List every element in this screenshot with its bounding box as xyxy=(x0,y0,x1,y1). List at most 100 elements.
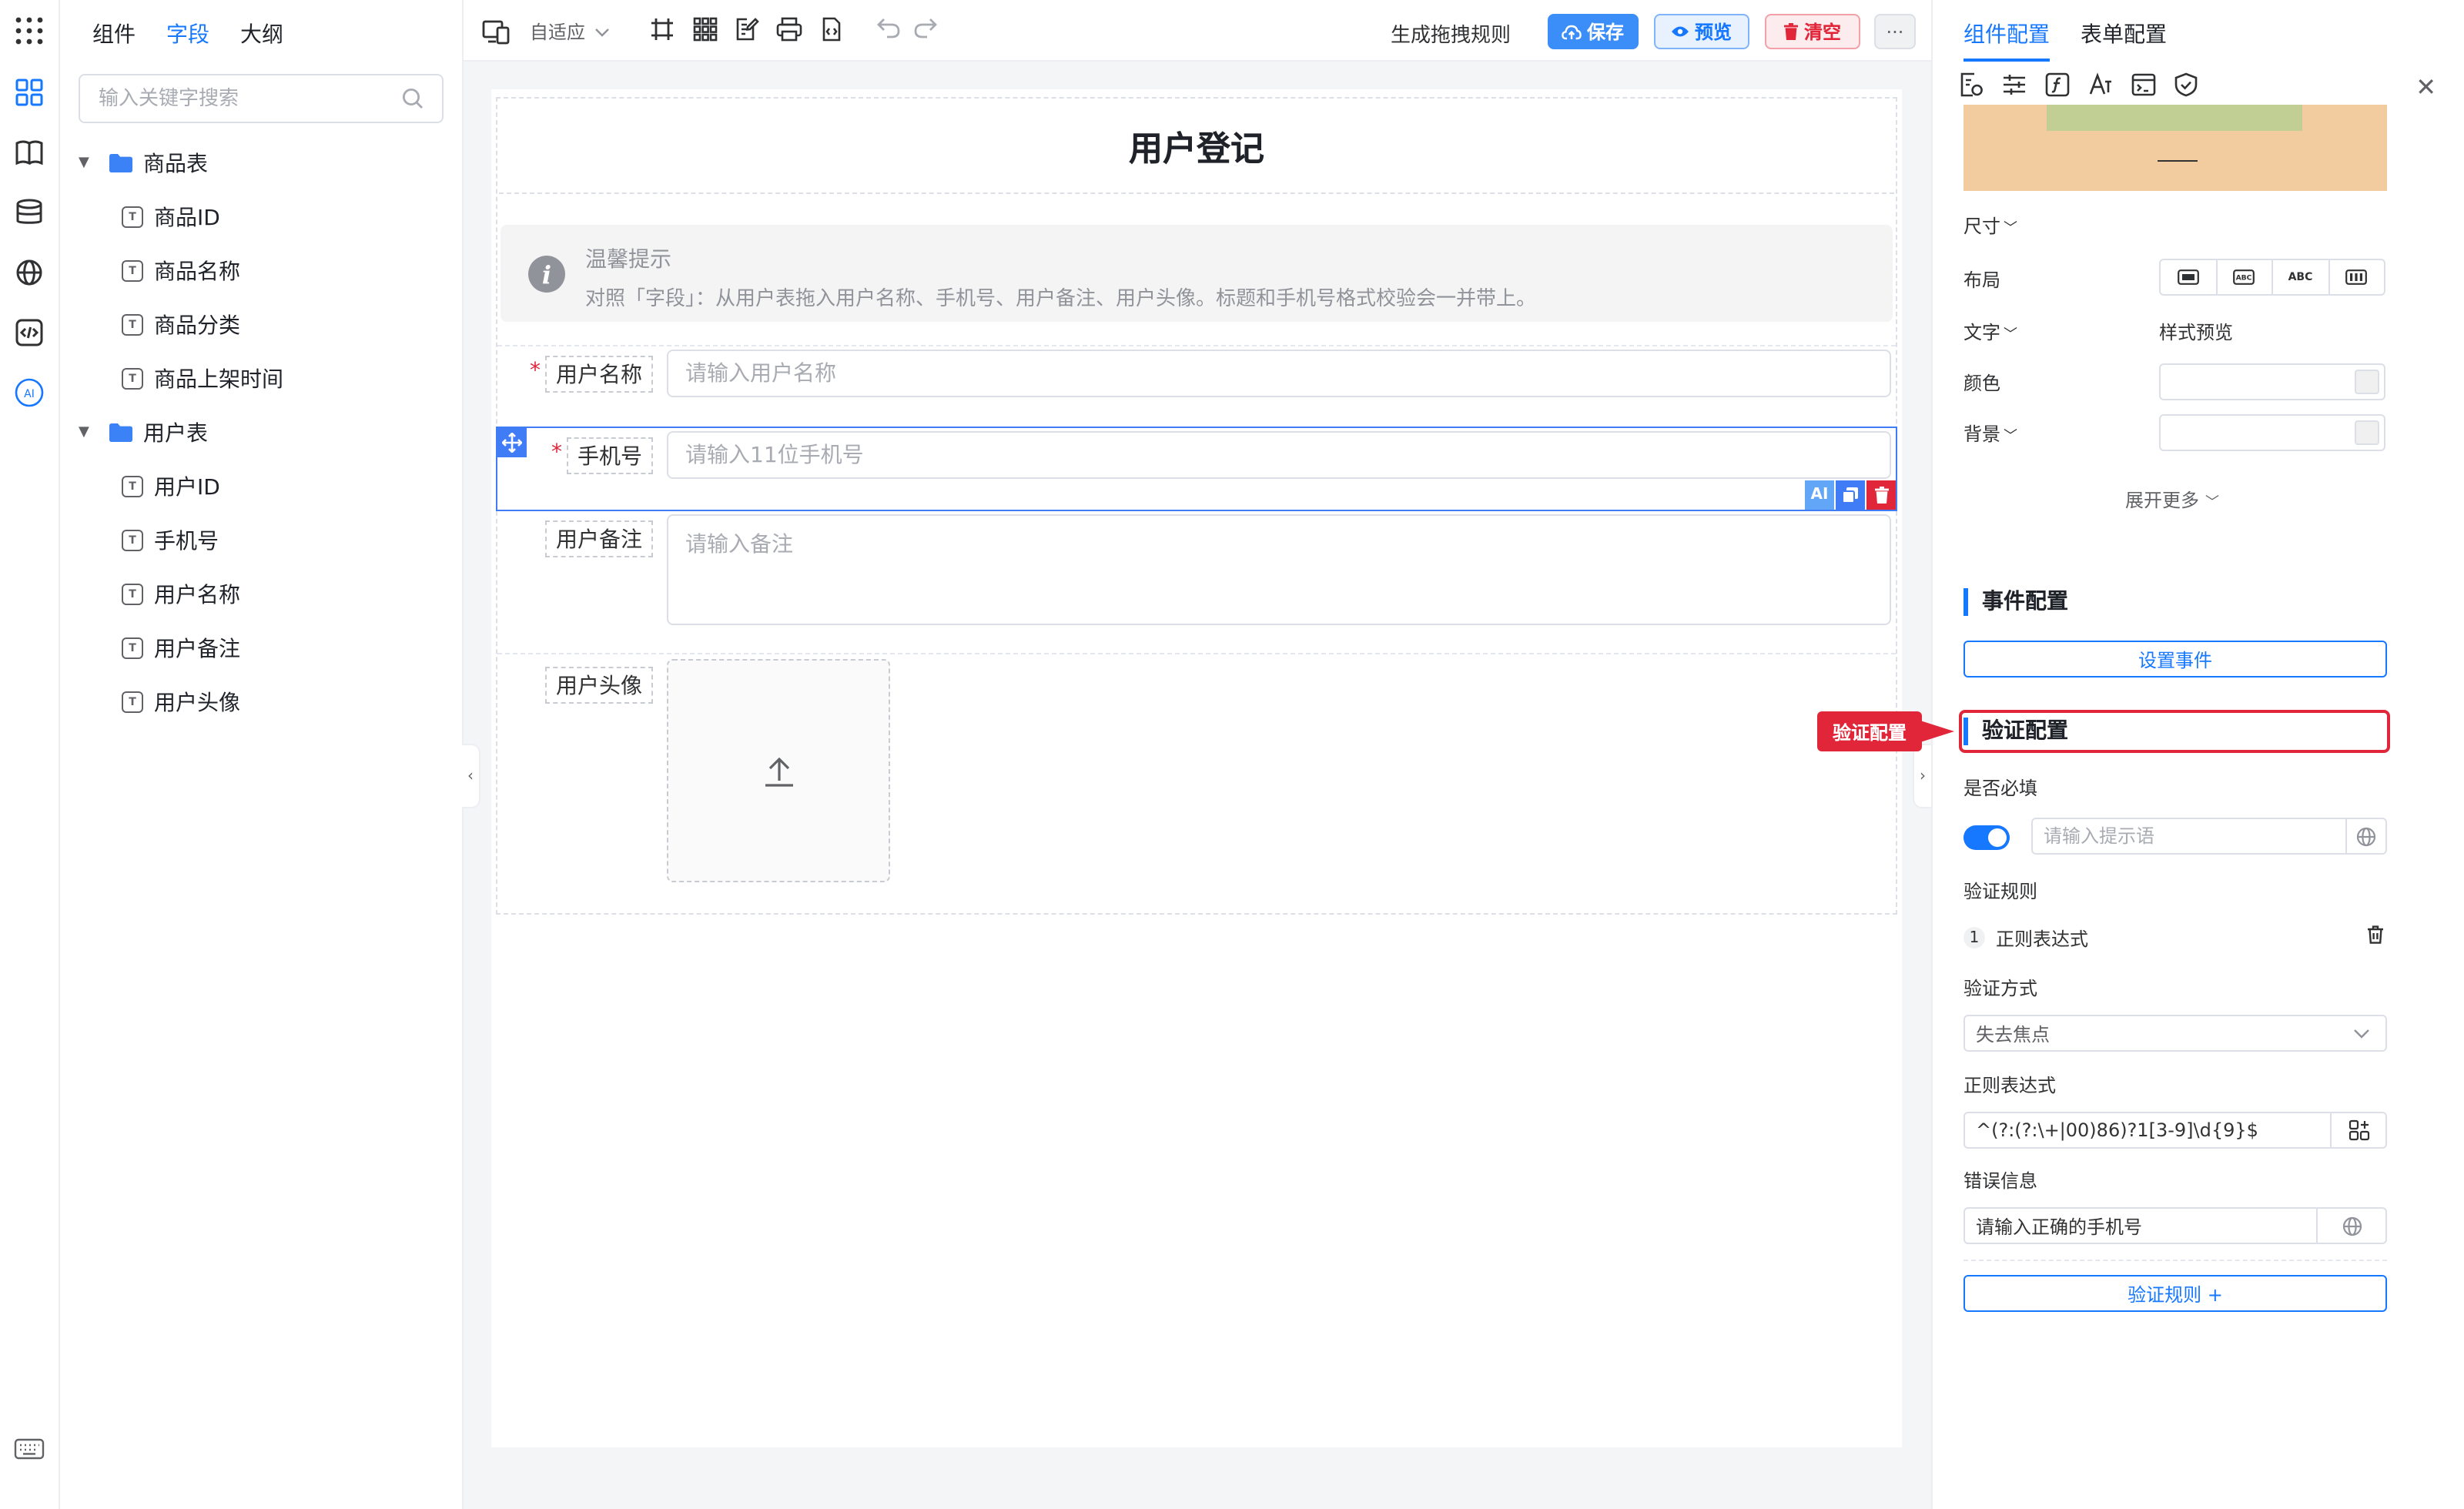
tip-alert[interactable]: i 温馨提示 对照「字段」：从用户表拖入用户名称、手机号、用户备注、用户头像。标… xyxy=(500,225,1893,322)
tree-field-item[interactable]: T 商品上架时间 xyxy=(75,351,453,405)
color-swatch-icon[interactable] xyxy=(2355,420,2379,445)
tree-field-item[interactable]: T 用户备注 xyxy=(75,621,453,674)
text-toggle[interactable]: 文字 ﹀ xyxy=(1964,319,2017,345)
tree-field-item[interactable]: T 手机号 xyxy=(75,513,453,567)
keyboard-icon[interactable] xyxy=(12,1432,46,1466)
tree-field-item[interactable]: T 商品名称 xyxy=(75,243,453,297)
code-icon[interactable] xyxy=(12,316,46,350)
delete-rule-icon[interactable] xyxy=(2367,925,2384,944)
ai-icon[interactable]: AI xyxy=(12,376,46,410)
text-style-icon[interactable] xyxy=(2087,71,2113,97)
components-icon[interactable] xyxy=(12,75,46,109)
clear-label: 清空 xyxy=(1803,22,1841,43)
rule-item[interactable]: 1 正则表达式 xyxy=(1964,924,2387,952)
tree-field-item[interactable]: T 用户ID xyxy=(75,459,453,513)
method-select[interactable]: 失去焦点 xyxy=(1964,1015,2387,1052)
error-input[interactable] xyxy=(1965,1209,2319,1243)
terminal-icon[interactable] xyxy=(2130,71,2156,97)
tab-outline[interactable]: 大纲 xyxy=(240,18,283,49)
form-item-username[interactable]: * 用户名称 xyxy=(497,345,1896,425)
tab-components[interactable]: 组件 xyxy=(92,18,136,49)
delete-icon[interactable] xyxy=(1866,480,1896,510)
chevron-down-icon: ﹀ xyxy=(2004,222,2018,237)
book-icon[interactable] xyxy=(12,136,46,169)
tab-fields[interactable]: 字段 xyxy=(166,18,209,49)
regex-input[interactable] xyxy=(1965,1113,2330,1147)
adapt-label: 自适应 xyxy=(530,22,586,43)
globe-icon[interactable] xyxy=(12,256,46,289)
basic-props-icon[interactable] xyxy=(1957,71,1984,97)
remark-textarea[interactable] xyxy=(668,516,1890,624)
copy-icon[interactable] xyxy=(1836,480,1865,510)
bg-color-picker[interactable] xyxy=(2159,414,2385,451)
left-tabs: 组件 字段 大纲 xyxy=(92,18,283,49)
tree-group-label: 商品表 xyxy=(143,152,208,176)
undo-icon[interactable] xyxy=(876,17,904,45)
collapse-left-icon[interactable]: ‹ xyxy=(462,744,480,808)
color-label: 颜色 xyxy=(1964,373,2001,394)
more-button[interactable]: ··· xyxy=(1874,14,1916,49)
color-picker[interactable] xyxy=(2159,363,2385,400)
tree-field-item[interactable]: T 用户名称 xyxy=(75,567,453,621)
field-label: 用户备注 xyxy=(545,520,653,557)
regex-presets-icon[interactable] xyxy=(2330,1113,2385,1147)
adapt-select[interactable]: 自适应 xyxy=(530,18,610,45)
layout-inline-option[interactable]: ABC xyxy=(2217,260,2273,294)
caret-down-icon[interactable]: ▼ xyxy=(79,424,100,440)
search-icon[interactable] xyxy=(402,88,424,109)
function-icon[interactable] xyxy=(2044,71,2070,97)
tree-group-label: 用户表 xyxy=(143,421,208,446)
form-title[interactable]: 用户登记 xyxy=(499,99,1894,194)
grid-icon[interactable] xyxy=(693,17,721,45)
globe-icon[interactable] xyxy=(2345,819,2385,853)
collapse-right-icon[interactable]: › xyxy=(1913,744,1931,808)
close-icon[interactable]: ✕ xyxy=(2415,72,2436,102)
tree-group-users[interactable]: ▼ 用户表 xyxy=(75,405,453,459)
clear-button[interactable]: 清空 xyxy=(1765,14,1860,49)
size-toggle[interactable]: 尺寸 ﹀ xyxy=(1964,212,2017,239)
print-icon[interactable] xyxy=(776,17,804,45)
tree-group-products[interactable]: ▼ 商品表 xyxy=(75,136,453,189)
redo-icon[interactable] xyxy=(913,17,941,45)
set-event-button[interactable]: 设置事件 xyxy=(1964,641,2387,678)
layout-text-option[interactable]: ABC xyxy=(2273,260,2329,294)
shield-icon[interactable] xyxy=(2173,71,2199,97)
layout-block-option[interactable] xyxy=(2161,260,2217,294)
field-search-input[interactable] xyxy=(80,75,388,122)
caret-down-icon[interactable]: ▼ xyxy=(79,155,100,170)
tree-field-item[interactable]: T 商品ID xyxy=(75,189,453,243)
drag-move-icon[interactable] xyxy=(497,428,527,457)
database-icon[interactable] xyxy=(12,196,46,229)
component-actions: AI xyxy=(1805,480,1896,510)
frame-icon[interactable] xyxy=(650,17,678,45)
avatar-upload[interactable] xyxy=(667,659,890,882)
sliders-icon[interactable] xyxy=(2000,71,2027,97)
active-tab-indicator xyxy=(1964,59,2050,62)
preview-button[interactable]: 预览 xyxy=(1654,14,1749,49)
required-label: 是否必填 xyxy=(1964,778,2038,799)
edit-doc-icon[interactable] xyxy=(735,17,762,45)
hint-input[interactable] xyxy=(2033,819,2385,853)
layout-flex-option[interactable] xyxy=(2329,260,2384,294)
required-toggle[interactable] xyxy=(1964,825,2010,850)
tree-field-item[interactable]: T 用户头像 xyxy=(75,674,453,728)
username-input[interactable] xyxy=(668,351,1890,396)
error-input-box xyxy=(1964,1207,2387,1244)
tab-form-config[interactable]: 表单配置 xyxy=(2081,18,2167,49)
add-rule-button[interactable]: 验证规则 + xyxy=(1964,1275,2387,1312)
generate-rules-link[interactable]: 生成拖拽规则 xyxy=(1391,18,1511,48)
device-icon[interactable] xyxy=(482,17,510,45)
ai-action-button[interactable]: AI xyxy=(1805,480,1834,510)
form-item-remark[interactable]: 用户备注 xyxy=(497,511,1896,631)
tree-field-item[interactable]: T 商品分类 xyxy=(75,297,453,351)
expand-more-link[interactable]: 展开更多 ﹀ xyxy=(2125,487,2219,513)
app-grid-icon[interactable] xyxy=(12,14,46,48)
icon-rail: AI xyxy=(0,0,60,1509)
globe-icon[interactable] xyxy=(2316,1209,2385,1243)
color-swatch-icon[interactable] xyxy=(2355,370,2379,394)
rule-index: 1 xyxy=(1964,927,1985,949)
code-file-icon[interactable] xyxy=(819,17,847,45)
save-button[interactable]: 保存 xyxy=(1548,14,1639,49)
bg-toggle[interactable]: 背景 ﹀ xyxy=(1964,420,2017,447)
tab-component-config[interactable]: 组件配置 xyxy=(1964,18,2050,49)
